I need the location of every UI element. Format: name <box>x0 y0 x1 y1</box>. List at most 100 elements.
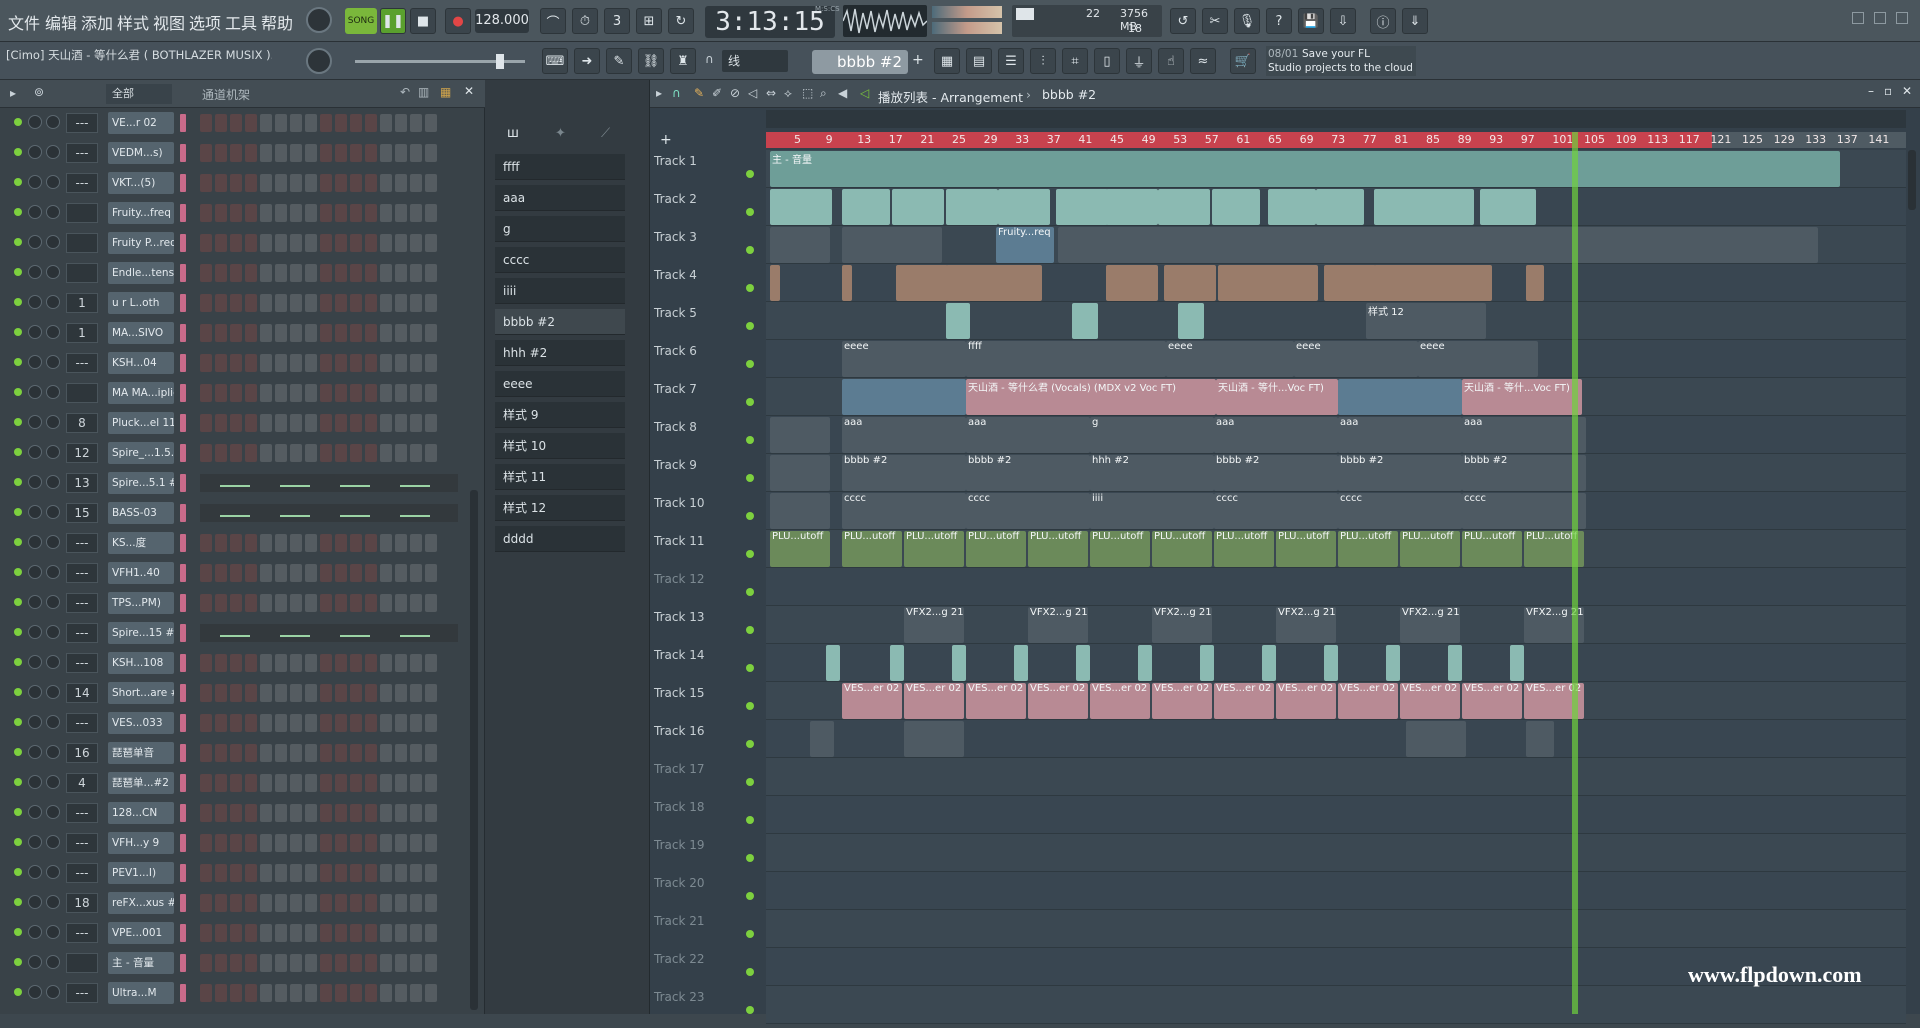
step-button[interactable] <box>275 954 287 972</box>
channel-select-indicator[interactable] <box>180 534 186 552</box>
step-button[interactable] <box>245 534 257 552</box>
channel-mixer-track[interactable]: --- <box>66 353 98 373</box>
playlist-clip[interactable]: bbbb #2 <box>1214 455 1338 491</box>
close-window-button[interactable] <box>1896 12 1908 24</box>
step-button[interactable] <box>335 684 347 702</box>
step-button[interactable] <box>425 324 437 342</box>
rack-settings-icon[interactable]: ⊚ <box>34 85 44 99</box>
step-button[interactable] <box>320 804 332 822</box>
step-sequencer[interactable] <box>200 504 458 522</box>
step-button[interactable] <box>410 534 422 552</box>
channel-volume-knob[interactable] <box>46 325 60 339</box>
channel-mute-led[interactable] <box>14 898 22 906</box>
step-button[interactable] <box>305 984 317 1002</box>
step-button[interactable] <box>410 834 422 852</box>
channel-mixer-track[interactable]: 15 <box>66 503 98 523</box>
playlist-clip[interactable]: PLU...utoff <box>966 531 1026 567</box>
step-button[interactable] <box>260 354 272 372</box>
step-button[interactable] <box>200 834 212 852</box>
step-button[interactable] <box>365 114 377 132</box>
step-button[interactable] <box>290 354 302 372</box>
step-button[interactable] <box>320 684 332 702</box>
track-enable-led[interactable] <box>746 664 754 672</box>
mixer-button[interactable]: ⫶ <box>1030 48 1056 74</box>
step-button[interactable] <box>335 984 347 1002</box>
step-button[interactable] <box>350 144 362 162</box>
step-button[interactable] <box>200 924 212 942</box>
channel-mute-led[interactable] <box>14 268 22 276</box>
channel-select-indicator[interactable] <box>180 474 186 492</box>
step-button[interactable] <box>425 354 437 372</box>
step-button[interactable] <box>335 774 347 792</box>
playlist-clip[interactable] <box>1338 379 1462 415</box>
step-button[interactable] <box>425 894 437 912</box>
channel-mixer-track[interactable]: --- <box>66 173 98 193</box>
step-button[interactable] <box>395 354 407 372</box>
track-lane[interactable]: 天山酒 - 等什么君 (Vocals) (MDX v2 Voc FT) 天山酒 -… <box>766 378 1906 416</box>
step-button[interactable] <box>395 144 407 162</box>
playlist-clip[interactable]: VFX2...g 21 <box>1400 607 1460 643</box>
step-button[interactable] <box>335 414 347 432</box>
channel-volume-knob[interactable] <box>46 385 60 399</box>
step-button[interactable] <box>365 444 377 462</box>
channel-select-indicator[interactable] <box>180 864 186 882</box>
channel-select-indicator[interactable] <box>180 954 186 972</box>
step-button[interactable] <box>230 384 242 402</box>
channel-mixer-track[interactable]: --- <box>66 863 98 883</box>
step-button[interactable] <box>215 564 227 582</box>
step-button[interactable] <box>290 264 302 282</box>
step-button[interactable] <box>305 144 317 162</box>
step-button[interactable] <box>275 534 287 552</box>
playlist-clip[interactable] <box>770 455 830 491</box>
step-button[interactable] <box>320 894 332 912</box>
step-button[interactable] <box>260 294 272 312</box>
channel-row[interactable]: --- KS...度 <box>0 528 470 558</box>
channel-volume-knob[interactable] <box>46 505 60 519</box>
loop-record-button[interactable]: ↻ <box>668 8 694 34</box>
step-button[interactable] <box>395 744 407 762</box>
channel-name-button[interactable]: VES...033 <box>108 712 174 734</box>
channel-pan-knob[interactable] <box>28 535 42 549</box>
playlist-clip[interactable]: eeee <box>1294 341 1418 377</box>
channel-name-button[interactable]: MA...SIVO <box>108 322 174 344</box>
track-enable-led[interactable] <box>746 968 754 976</box>
channel-name-button[interactable]: 128...CN <box>108 802 174 824</box>
step-sequencer[interactable] <box>200 474 458 492</box>
step-button[interactable] <box>395 174 407 192</box>
step-button[interactable] <box>410 114 422 132</box>
step-button[interactable] <box>275 984 287 1002</box>
step-sequencer[interactable] <box>200 864 458 882</box>
channel-mixer-track[interactable]: 18 <box>66 893 98 913</box>
channel-row[interactable]: 15 BASS-03 <box>0 498 470 528</box>
cut-button[interactable]: ✂ <box>1202 8 1228 34</box>
track-header[interactable]: Track 13 <box>654 610 754 648</box>
channel-select-indicator[interactable] <box>180 624 186 642</box>
link-button[interactable]: ⛓ <box>638 48 664 74</box>
add-track-icon[interactable]: + <box>660 132 672 148</box>
channel-row[interactable]: 8 Pluck...el 11 <box>0 408 470 438</box>
step-button[interactable] <box>245 234 257 252</box>
channel-name-button[interactable]: VEDM...s) <box>108 142 174 164</box>
step-button[interactable] <box>380 744 392 762</box>
step-button[interactable] <box>305 534 317 552</box>
step-button[interactable] <box>245 594 257 612</box>
rack-undo-icon[interactable]: ↶ <box>400 85 410 99</box>
playlist-clip[interactable]: 天山酒 - 等什...Voc FT) <box>1462 379 1582 415</box>
step-button[interactable] <box>230 534 242 552</box>
step-button[interactable] <box>260 444 272 462</box>
step-button[interactable] <box>410 594 422 612</box>
step-button[interactable] <box>425 114 437 132</box>
step-button[interactable] <box>275 834 287 852</box>
step-button[interactable] <box>200 204 212 222</box>
channel-name-button[interactable]: Endle...tensit <box>108 262 174 284</box>
channel-name-button[interactable]: 主 - 音量 <box>108 952 174 974</box>
step-button[interactable] <box>410 984 422 1002</box>
step-button[interactable] <box>260 564 272 582</box>
playlist-clip[interactable] <box>826 645 840 681</box>
step-button[interactable] <box>365 414 377 432</box>
step-button[interactable] <box>215 204 227 222</box>
step-button[interactable] <box>230 864 242 882</box>
track-enable-led[interactable] <box>746 474 754 482</box>
step-button[interactable] <box>395 204 407 222</box>
channel-mute-led[interactable] <box>14 208 22 216</box>
